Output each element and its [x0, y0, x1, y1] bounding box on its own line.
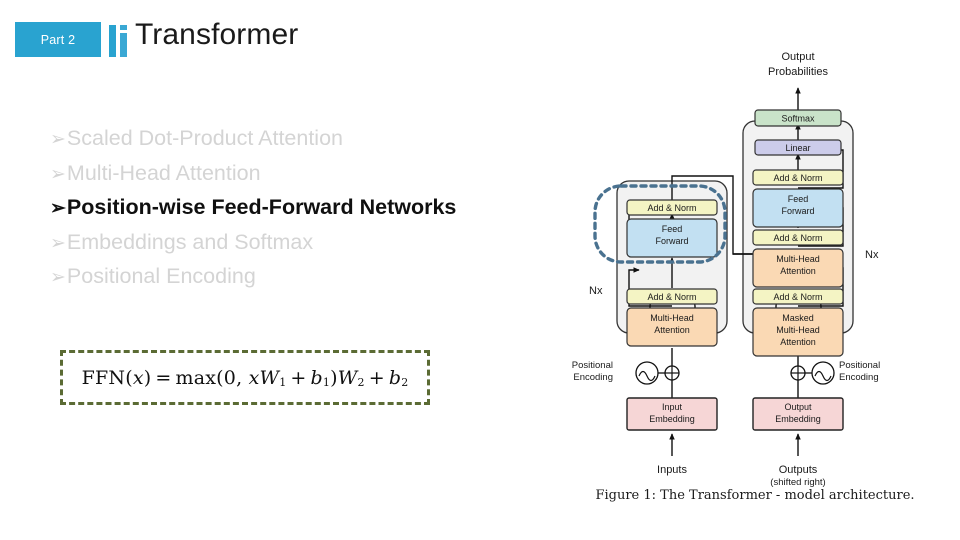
transformer-architecture-figure: Softmax Linear Add & Norm Feed Forward A…	[555, 18, 955, 523]
bar-chart-logo-icon	[109, 25, 129, 57]
list-item-label: Multi-Head Attention	[66, 160, 261, 185]
formula-b2: b	[388, 366, 402, 389]
encoder-nx-label: Nx	[589, 285, 603, 297]
encoder-mha-label-1: Multi-Head	[650, 313, 694, 323]
positional-encoding-right-label-1: Positional	[839, 360, 880, 371]
linear-label: Linear	[785, 143, 810, 153]
masked-label-2: Multi-Head	[776, 325, 820, 335]
list-item-label: Embeddings and Softmax	[66, 229, 314, 254]
list-item[interactable]: ➢ Positional Encoding	[50, 260, 570, 295]
logo-bar-dot	[120, 25, 127, 30]
positional-encoding-wave-icon-right	[811, 361, 835, 385]
output-embedding-label-1: Output	[784, 402, 812, 412]
decoder-add-norm-3-label: Add & Norm	[773, 173, 822, 183]
part-badge: Part 2	[15, 22, 101, 57]
outputs-label: Outputs	[779, 464, 818, 476]
decoder-mha-label-2: Attention	[780, 266, 816, 276]
positional-encoding-wave-icon-left	[635, 361, 659, 385]
formula-max: max	[175, 366, 217, 389]
formula-callout-box: FFN(x) = max(0, xW1 + b1)W2 + b2	[60, 350, 430, 405]
formula-zero: 0	[223, 366, 237, 389]
list-item-label: Positional Encoding	[66, 264, 256, 288]
figure-caption: Figure 1: The Transformer - model archit…	[595, 488, 915, 503]
logo-bar-short	[120, 33, 127, 57]
list-item-label: Scaled Dot-Product Attention	[66, 126, 343, 150]
formula-w1: W	[259, 366, 280, 389]
part-badge-label: Part 2	[40, 32, 76, 47]
masked-label-1: Masked	[782, 313, 814, 323]
formula-b2-sub: 2	[401, 375, 409, 389]
list-item[interactable]: ➢ Multi-Head Attention	[50, 157, 570, 192]
encoder-feed-forward-label-2: Forward	[655, 236, 688, 246]
encoder-add-norm-2-label: Add & Norm	[647, 203, 696, 213]
output-embedding-label-2: Embedding	[775, 414, 821, 424]
list-item-active[interactable]: ➢ Position-wise Feed-Forward Networks	[50, 191, 570, 226]
decoder-add-norm-2-label: Add & Norm	[773, 233, 822, 243]
logo-bar-tall	[109, 25, 116, 57]
list-item[interactable]: ➢ Embeddings and Softmax	[50, 226, 570, 261]
output-probabilities-label-2: Probabilities	[768, 66, 828, 78]
bullet-arrow-icon: ➢	[50, 198, 66, 219]
slide: Part 2 Transformer ➢ Scaled Dot-Product …	[0, 0, 960, 540]
encoder-feed-forward-label-1: Feed	[662, 224, 683, 234]
encoder-add-norm-1-label: Add & Norm	[647, 292, 696, 302]
formula-equals: =	[155, 366, 172, 389]
input-embedding-label-2: Embedding	[649, 414, 695, 424]
decoder-add-norm-1-label: Add & Norm	[773, 292, 822, 302]
decoder-feed-forward-label-2: Forward	[781, 206, 814, 216]
bullet-arrow-icon: ➢	[50, 163, 66, 185]
formula-b1: b	[310, 366, 323, 389]
inputs-label: Inputs	[657, 464, 687, 476]
decoder-mha-label-1: Multi-Head	[776, 254, 820, 264]
positional-encoding-left-label-2: Encoding	[573, 372, 613, 383]
bullet-arrow-icon: ➢	[50, 267, 66, 288]
page-title: Transformer	[135, 18, 299, 51]
list-item-label: Position-wise Feed-Forward Networks	[66, 195, 457, 219]
positional-encoding-right-label-2: Encoding	[839, 372, 879, 383]
input-embedding-label-1: Input	[662, 402, 683, 412]
decoder-feed-forward-label-1: Feed	[788, 194, 809, 204]
masked-label-3: Attention	[780, 337, 816, 347]
positional-encoding-left-label-1: Positional	[572, 360, 613, 371]
sine-wave-glyph-left	[638, 370, 656, 382]
formula-w1-sub: 1	[279, 375, 287, 389]
formula-fn-name: FFN	[81, 366, 126, 389]
formula-w2: W	[337, 366, 358, 389]
topic-list: ➢ Scaled Dot-Product Attention ➢ Multi-H…	[50, 122, 570, 295]
decoder-nx-label: Nx	[865, 249, 879, 261]
sine-wave-glyph-right	[814, 370, 832, 382]
softmax-label: Softmax	[781, 114, 815, 124]
outputs-sub-label: (shifted right)	[770, 477, 825, 488]
formula-b1-sub: 1	[322, 375, 331, 389]
formula-w2-sub: 2	[357, 375, 365, 389]
encoder-mha-label-2: Attention	[654, 325, 690, 335]
formula-x: x	[248, 366, 260, 389]
ffn-formula: FFN(x) = max(0, xW1 + b1)W2 + b2	[81, 366, 409, 389]
transformer-diagram-svg: Softmax Linear Add & Norm Feed Forward A…	[572, 51, 880, 488]
output-probabilities-label-1: Output	[781, 51, 814, 63]
bullet-arrow-icon: ➢	[50, 232, 66, 254]
formula-arg: x	[132, 366, 144, 389]
list-item[interactable]: ➢ Scaled Dot-Product Attention	[50, 122, 570, 157]
bullet-arrow-icon: ➢	[50, 129, 66, 150]
